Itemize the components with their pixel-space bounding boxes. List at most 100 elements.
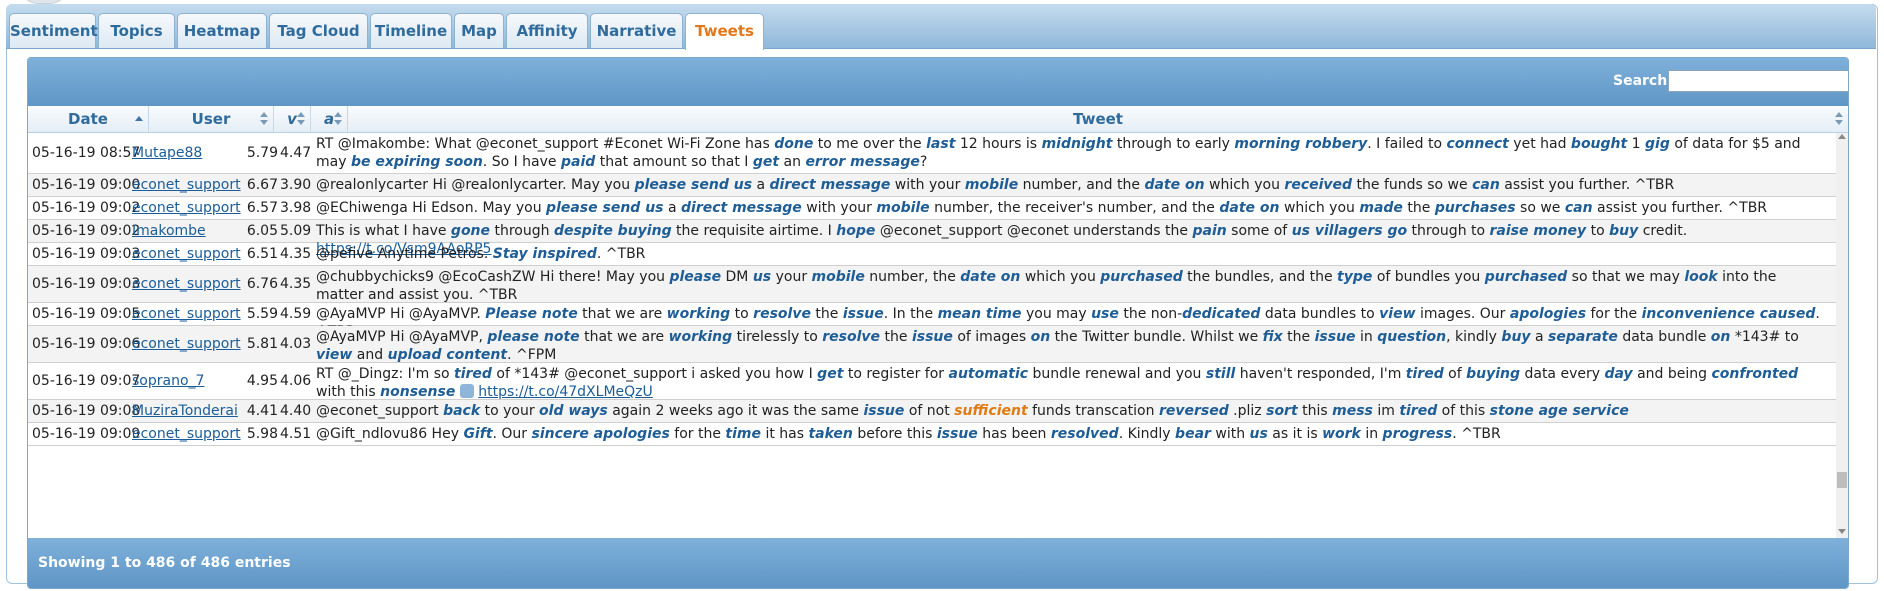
table-row: 05-16-19 09:02 Imakombe 6.05 5.09 This is wh… <box>28 220 1836 257</box>
tweet-text: to me over the <box>813 136 927 152</box>
column-header-v[interactable]: v <box>274 106 311 132</box>
table-row: 05-16-19 09:06 econet_support 5.81 4.03 @Aya… <box>28 326 1836 363</box>
sentiment-term: raise money <box>1489 223 1587 239</box>
user-link[interactable]: Mutape88 <box>132 145 202 161</box>
tweet-text: , kindly <box>1446 329 1502 345</box>
user-link[interactable]: econet_support <box>132 177 241 193</box>
sort-icon <box>334 112 342 126</box>
valence-cell: 5.59 <box>246 306 278 322</box>
sentiment-term: please send us <box>546 200 664 216</box>
sentiment-term: issue <box>911 329 953 345</box>
scroll-thumb[interactable] <box>1837 472 1847 488</box>
table-info: Showing 1 to 486 of 486 entries <box>38 555 291 571</box>
sentiment-term: tired <box>1399 403 1438 419</box>
tab-narrative[interactable]: Narrative <box>590 13 683 48</box>
tab-tweets[interactable]: Tweets <box>685 13 764 50</box>
tab-topics[interactable]: Topics <box>98 13 175 48</box>
user-link[interactable]: econet_support <box>132 306 241 322</box>
sentiment-term: buy <box>1609 223 1639 239</box>
sentiment-term: look <box>1684 269 1718 285</box>
sentiment-term: time <box>725 426 761 442</box>
tweet-text: number, the receiver's number, and the <box>929 200 1220 216</box>
tab-heatmap[interactable]: Heatmap <box>177 13 267 48</box>
tab-timeline[interactable]: Timeline <box>370 13 452 48</box>
tweet-text: @pefive Anytime Petros. <box>316 246 493 262</box>
sentiment-term: separate <box>1548 329 1618 345</box>
sentiment-term: inconvenience caused <box>1641 306 1816 322</box>
vertical-scrollbar[interactable] <box>1836 133 1848 538</box>
sentiment-term: Please note <box>485 306 578 322</box>
tab-tag-cloud[interactable]: Tag Cloud <box>269 13 368 48</box>
sentiment-term: us <box>1249 426 1268 442</box>
sentiment-term: buy <box>1501 329 1531 345</box>
sentiment-term: morning robbery <box>1234 136 1368 152</box>
tweet-cell: @realonlycarter Hi @realonlycarter. May … <box>316 176 1826 194</box>
column-header-date[interactable]: Date <box>28 106 149 132</box>
valence-cell: 6.57 <box>246 200 278 216</box>
user-link[interactable]: econet_support <box>132 276 241 292</box>
tweet-text: . Kindly <box>1118 426 1176 442</box>
tweet-text: with <box>1210 426 1250 442</box>
sentiment-term: us <box>752 269 772 285</box>
tweet-text: of *143# @econet_support i asked you how… <box>491 366 818 382</box>
user-link[interactable]: MuziraTonderai <box>132 403 238 419</box>
tweet-text: . So I have <box>482 154 561 170</box>
column-header-tweet[interactable]: Tweet <box>348 106 1848 132</box>
column-header-user-label: User <box>191 110 231 128</box>
user-link[interactable]: econet_support <box>132 246 241 262</box>
tweet-text: funds transcation <box>1027 403 1159 419</box>
tweet-cell: RT @_Dingz: I'm so tired of *143# @econe… <box>316 365 1826 401</box>
user-link[interactable]: econet_support <box>132 200 241 216</box>
sentiment-term: resolve <box>753 306 811 322</box>
tab-affinity[interactable]: Affinity <box>506 13 588 48</box>
tab-sentiment[interactable]: Sentiment <box>9 13 98 48</box>
tweet-text: . Our <box>492 426 532 442</box>
scroll-down-icon[interactable] <box>1838 529 1846 534</box>
sort-icon <box>1835 112 1843 126</box>
user-cell: soprano_7 <box>132 373 252 389</box>
valence-cell: 6.05 <box>246 223 278 239</box>
column-header-a[interactable]: a <box>311 106 348 132</box>
tab-map[interactable]: Map <box>454 13 504 48</box>
sort-icon <box>260 112 268 126</box>
arousal-cell: 4.47 <box>280 145 312 161</box>
tweet-text: haven't responded, I'm <box>1235 366 1406 382</box>
sentiment-term: confronted <box>1711 366 1799 382</box>
tweet-text: ? <box>919 154 928 170</box>
user-link[interactable]: econet_support <box>132 426 241 442</box>
table-row: 05-16-19 09:09 econet_support 5.98 4.51 @Gif… <box>28 423 1836 446</box>
column-header-a-label: a <box>323 110 335 128</box>
user-link[interactable]: Imakombe <box>132 223 206 239</box>
tweet-text: that we are <box>579 329 669 345</box>
tweet-cell: @Gift_ndlovu86 Hey Gift. Our sincere apo… <box>316 425 1826 443</box>
tweet-text: @Gift_ndlovu86 Hey <box>316 426 464 442</box>
tweet-text: RT @_Dingz: I'm so <box>316 366 455 382</box>
scroll-up-icon[interactable] <box>1838 134 1846 139</box>
tweet-text: the Twitter bundle. Whilst we <box>1050 329 1263 345</box>
tweet-cell: @chubbychicks9 @EcoCashZW Hi there! May … <box>316 268 1826 304</box>
user-link[interactable]: soprano_7 <box>132 373 204 389</box>
tweet-text: the <box>1282 329 1315 345</box>
sentiment-term: automatic <box>948 366 1029 382</box>
search-label: Search: <box>1613 73 1673 89</box>
user-link[interactable]: econet_support <box>132 336 241 352</box>
tweet-text: 12 hours is <box>955 136 1042 152</box>
valence-cell: 6.51 <box>246 246 278 262</box>
sort-asc-icon <box>135 112 143 126</box>
tweet-link[interactable]: https://t.co/47dXLMeQzU <box>478 384 653 400</box>
search-input[interactable] <box>1668 70 1848 92</box>
sentiment-term: mobile <box>876 200 930 216</box>
sentiment-term: please send us <box>634 177 753 193</box>
valence-cell: 5.98 <box>246 426 278 442</box>
tweet-text: @econet_support @econet understands the <box>875 223 1193 239</box>
tweet-cell: @pefive Anytime Petros. Stay inspired. ^… <box>316 245 1826 263</box>
column-header-user[interactable]: User <box>149 106 274 132</box>
user-cell: econet_support <box>132 177 252 193</box>
table-row: 05-16-19 09:05 econet_support 5.59 4.59 @Aya… <box>28 303 1836 340</box>
tweet-text: this <box>1297 403 1333 419</box>
tweet-text: so we <box>1515 200 1565 216</box>
sentiment-term: still <box>1205 366 1236 382</box>
sentiment-term: use <box>1091 306 1119 322</box>
tweet-text: @EChiwenga Hi Edson. May you <box>316 200 547 216</box>
arousal-cell: 3.98 <box>280 200 312 216</box>
